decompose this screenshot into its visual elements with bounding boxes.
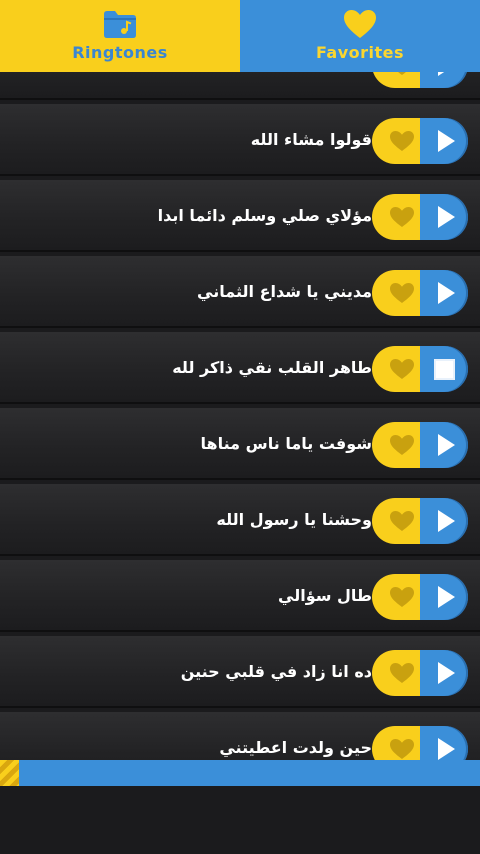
heart-icon	[390, 131, 414, 151]
ringtone-title: حين ولدت اعطيتني	[219, 738, 372, 757]
ringtone-controls	[372, 498, 468, 544]
play-icon	[437, 72, 455, 76]
play-button[interactable]	[420, 118, 468, 164]
play-icon	[437, 206, 455, 228]
heart-icon	[398, 72, 406, 75]
ringtone-controls	[372, 422, 468, 468]
play-button[interactable]	[420, 650, 468, 696]
play-button[interactable]	[420, 726, 468, 760]
heart-icon	[390, 739, 414, 759]
ringtone-title: طاهر القلب نقي ذاكر لله	[172, 358, 372, 377]
heart-icon	[390, 359, 414, 379]
ringtone-controls	[372, 650, 468, 696]
ringtone-controls	[372, 194, 468, 240]
play-icon	[437, 662, 455, 684]
ringtone-title: مؤلاي صلي وسلم دائما ابدا	[157, 206, 372, 225]
ringtone-list[interactable]: قولوا مشاء الله مؤلاي صلي وسلم دائما ابدا…	[0, 72, 480, 760]
play-icon	[437, 130, 455, 152]
play-button[interactable]	[420, 574, 468, 620]
play-icon	[437, 586, 455, 608]
heart-icon	[390, 283, 414, 303]
tab-ringtones[interactable]: Ringtones	[0, 0, 240, 72]
ringtone-title: وحشنا يا رسول الله	[216, 510, 372, 529]
heart-icon	[390, 511, 414, 531]
heart-icon	[390, 663, 414, 683]
ringtone-row[interactable]: شوفت ياما ناس مناها	[0, 408, 480, 480]
ringtone-row[interactable]	[0, 72, 480, 100]
playback-progress-fill	[0, 760, 20, 786]
ringtone-title: قولوا مشاء الله	[250, 130, 372, 149]
ringtone-row[interactable]: حين ولدت اعطيتني	[0, 712, 480, 760]
ringtone-title: شوفت ياما ناس مناها	[200, 434, 372, 453]
ringtone-title: طال سؤالي	[278, 586, 372, 605]
bottom-area	[0, 786, 480, 854]
play-button[interactable]	[420, 194, 468, 240]
playback-progress-bar[interactable]	[0, 760, 480, 786]
heart-icon	[340, 8, 380, 40]
ringtone-controls	[372, 118, 468, 164]
heart-icon	[390, 207, 414, 227]
stop-icon	[433, 358, 455, 380]
ringtone-row[interactable]: ده انا زاد في قلبي حنين	[0, 636, 480, 708]
play-button[interactable]	[420, 422, 468, 468]
heart-icon	[390, 587, 414, 607]
ringtone-row[interactable]: مؤلاي صلي وسلم دائما ابدا	[0, 180, 480, 252]
play-icon	[437, 282, 455, 304]
ringtone-title: مديني يا شداع الثماني	[197, 282, 372, 301]
play-icon	[437, 738, 455, 760]
tab-ringtones-label: Ringtones	[72, 43, 168, 62]
ringtone-row[interactable]: وحشنا يا رسول الله	[0, 484, 480, 556]
play-button[interactable]	[420, 270, 468, 316]
tab-favorites-label: Favorites	[315, 43, 405, 62]
heart-icon	[390, 435, 414, 455]
ringtone-controls	[372, 270, 468, 316]
ringtone-row[interactable]: مديني يا شداع الثماني	[0, 256, 480, 328]
play-icon	[437, 510, 455, 532]
ringtone-controls	[372, 72, 468, 88]
ringtone-controls	[372, 726, 468, 760]
play-icon	[437, 434, 455, 456]
ringtone-row[interactable]: طال سؤالي	[0, 560, 480, 632]
tab-bar: Ringtones Favorites	[0, 0, 480, 72]
play-button[interactable]	[420, 72, 468, 88]
ringtone-controls	[372, 346, 468, 392]
folder-music-icon	[100, 8, 140, 40]
ringtone-row[interactable]: طاهر القلب نقي ذاكر لله	[0, 332, 480, 404]
ringtone-title: ده انا زاد في قلبي حنين	[180, 662, 372, 681]
ringtone-controls	[372, 574, 468, 620]
tab-favorites[interactable]: Favorites	[240, 0, 480, 72]
play-button[interactable]	[420, 498, 468, 544]
ringtone-row[interactable]: قولوا مشاء الله	[0, 104, 480, 176]
stop-button[interactable]	[420, 346, 468, 392]
